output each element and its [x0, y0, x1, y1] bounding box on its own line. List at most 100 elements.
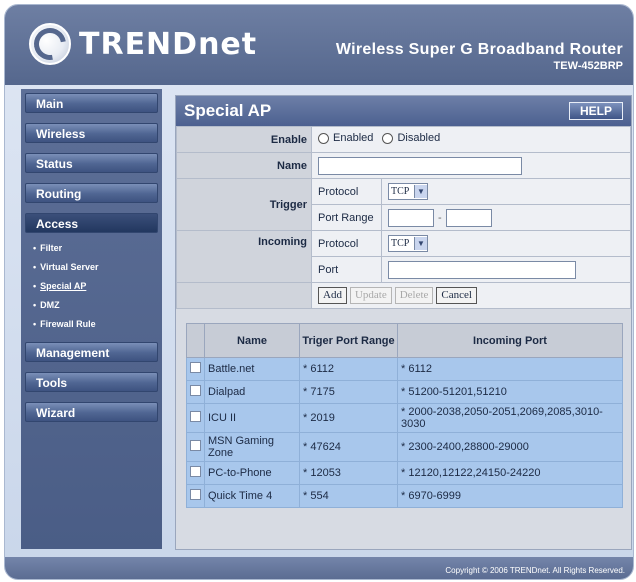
row-incoming: * 6970-6999: [397, 484, 623, 508]
table-row[interactable]: MSN Gaming Zone * 47624 * 2300-2400,2880…: [186, 432, 623, 462]
row-checkbox[interactable]: [190, 466, 201, 477]
actions-cell: Add Update Delete Cancel: [311, 282, 631, 309]
nav-wizard[interactable]: Wizard: [25, 402, 158, 422]
row-checkbox-cell: [186, 357, 205, 381]
help-button[interactable]: HELP: [568, 102, 623, 120]
subnav-label: Special AP: [40, 281, 87, 291]
bullet-icon: •: [33, 300, 37, 310]
bullet-icon: •: [33, 281, 37, 291]
table-header-trigger: Triger Port Range: [299, 323, 398, 358]
special-ap-form: Enable Enabled Disabled Name Trigger Pro…: [176, 126, 631, 309]
subnav-label: Firewall Rule: [40, 319, 96, 329]
row-name: ICU II: [204, 403, 300, 433]
table-row[interactable]: Quick Time 4 * 554 * 6970-6999: [186, 484, 623, 508]
row-trigger: * 12053: [299, 461, 398, 485]
row-trigger: * 47624: [299, 432, 398, 462]
copyright: Copyright © 2006 TRENDnet. All Rights Re…: [445, 566, 625, 575]
nav-status[interactable]: Status: [25, 153, 158, 173]
incoming-protocol-cell: TCP ▼: [381, 230, 631, 257]
nav-access[interactable]: Access: [25, 213, 158, 233]
cancel-button[interactable]: Cancel: [436, 287, 477, 304]
table-header-incoming: Incoming Port: [397, 323, 623, 358]
product-title: Wireless Super G Broadband Router TEW-45…: [336, 41, 623, 72]
table-row[interactable]: Battle.net * 6112 * 6112: [186, 357, 623, 381]
incoming-port-label: Port: [311, 256, 382, 283]
table-row[interactable]: PC-to-Phone * 12053 * 12120,12122,24150-…: [186, 461, 623, 485]
add-button[interactable]: Add: [318, 287, 347, 304]
router-admin-frame: TRENDnet Wireless Super G Broadband Rout…: [4, 4, 634, 580]
table-row[interactable]: ICU II * 2019 * 2000-2038,2050-2051,2069…: [186, 403, 623, 433]
special-ap-table: Name Triger Port Range Incoming Port Bat…: [186, 323, 623, 508]
row-checkbox-cell: [186, 432, 205, 462]
enabled-radio[interactable]: Enabled: [318, 132, 373, 144]
logo-text: TRENDnet: [79, 26, 258, 62]
row-incoming: * 2300-2400,28800-29000: [397, 432, 623, 462]
subnav-label: Filter: [40, 243, 63, 253]
enabled-label: Enabled: [333, 132, 374, 145]
row-checkbox-cell: [186, 461, 205, 485]
row-trigger: * 2019: [299, 403, 398, 433]
trigger-port-start-input[interactable]: [388, 208, 434, 227]
nav-routing[interactable]: Routing: [25, 183, 158, 203]
access-subnav: • Filter • Virtual Server • Special AP • DMZ…: [25, 239, 158, 334]
row-checkbox[interactable]: [190, 489, 201, 500]
subnav-firewall-rule[interactable]: • Firewall Rule: [25, 315, 158, 334]
disabled-radio[interactable]: Disabled: [382, 132, 440, 144]
row-checkbox[interactable]: [190, 362, 201, 373]
incoming-port-input[interactable]: [388, 260, 576, 279]
subnav-special-ap[interactable]: • Special AP: [25, 277, 158, 296]
row-checkbox[interactable]: [190, 440, 201, 451]
radio-icon: [318, 132, 329, 144]
nav-tools[interactable]: Tools: [25, 372, 158, 392]
table-row[interactable]: Dialpad * 7175 * 51200-51201,51210: [186, 380, 623, 404]
trendnet-logo-icon: [29, 23, 71, 65]
trigger-port-end-input[interactable]: [445, 208, 492, 227]
row-name: Quick Time 4: [204, 484, 300, 508]
product-model: TEW-452BRP: [553, 60, 623, 72]
enable-label: Enable: [176, 126, 312, 153]
name-label: Name: [176, 152, 312, 179]
trigger-protocol-select[interactable]: TCP ▼: [388, 183, 428, 200]
nav-management[interactable]: Management: [25, 342, 158, 362]
row-incoming: * 12120,12122,24150-24220: [397, 461, 623, 485]
incoming-protocol-select[interactable]: TCP ▼: [388, 235, 428, 252]
row-incoming: * 2000-2038,2050-2051,2069,2085,3010-303…: [397, 403, 623, 433]
incoming-protocol-value: TCP: [391, 238, 410, 249]
update-button[interactable]: Update: [349, 287, 392, 304]
row-name: Battle.net: [204, 357, 300, 381]
subnav-dmz[interactable]: • DMZ: [25, 296, 158, 315]
nav-wireless[interactable]: Wireless: [25, 123, 158, 143]
incoming-port-cell: [381, 256, 631, 283]
row-incoming: * 6112: [397, 357, 623, 381]
trigger-protocol-cell: TCP ▼: [381, 178, 631, 205]
row-checkbox-cell: [186, 380, 205, 404]
enable-options: Enabled Disabled: [311, 126, 631, 153]
incoming-label: Incoming: [176, 230, 312, 283]
disabled-label: Disabled: [397, 132, 441, 145]
range-separator: -: [438, 211, 442, 224]
trigger-protocol-value: TCP: [391, 186, 410, 197]
nav-main[interactable]: Main: [25, 93, 158, 113]
incoming-protocol-label: Protocol: [311, 230, 382, 257]
subnav-filter[interactable]: • Filter: [25, 239, 158, 258]
row-checkbox-cell: [186, 403, 205, 433]
table-header-checkbox: [186, 323, 205, 358]
row-checkbox[interactable]: [190, 385, 201, 396]
name-cell: [311, 152, 631, 179]
name-input[interactable]: [318, 156, 522, 175]
trigger-protocol-label: Protocol: [311, 178, 382, 205]
row-checkbox[interactable]: [190, 411, 201, 422]
delete-button[interactable]: Delete: [394, 287, 434, 304]
row-name: PC-to-Phone: [204, 461, 300, 485]
bullet-icon: •: [33, 319, 37, 329]
panel-header: Special AP HELP: [176, 96, 631, 126]
trendnet-logo: TRENDnet: [29, 23, 257, 65]
trigger-label: Trigger: [176, 178, 312, 231]
row-trigger: * 6112: [299, 357, 398, 381]
actions-label-cell: [176, 282, 312, 309]
row-name: Dialpad: [204, 380, 300, 404]
subnav-virtual-server[interactable]: • Virtual Server: [25, 258, 158, 277]
chevron-down-icon: ▼: [414, 185, 427, 198]
header: TRENDnet Wireless Super G Broadband Rout…: [5, 5, 633, 85]
trigger-port-range-cell: -: [381, 204, 631, 231]
